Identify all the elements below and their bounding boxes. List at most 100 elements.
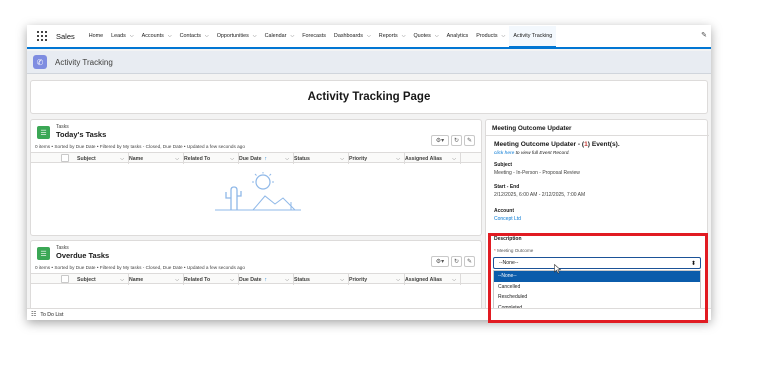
chevron-down-icon[interactable]: ⌵ [396, 277, 400, 283]
card-header: ☰ Tasks Overdue Tasks [37, 245, 109, 260]
refresh-button[interactable]: ↻ [450, 256, 462, 267]
edit-list-button[interactable]: ✎ [463, 256, 475, 267]
nav-item-products[interactable]: Products ⌵ [472, 25, 509, 47]
nav-item-label: Quotes [413, 33, 431, 39]
chevron-down-icon[interactable]: ⌵ [396, 156, 400, 162]
list-meta: 0 items • Sorted by Due Date • Filtered … [35, 144, 245, 149]
nav-item-label: Forecasts [302, 33, 326, 39]
chevron-down-icon[interactable]: ⌵ [168, 33, 172, 39]
nav-item-label: Dashboards [333, 33, 363, 39]
nav-item-label: Calendar [264, 33, 287, 39]
chevron-down-icon[interactable]: ⌵ [120, 277, 124, 283]
list-actions: ⚙▾ ↻ ✎ [430, 135, 475, 146]
todays-tasks-card: ☰ Tasks Today's Tasks ⚙▾ ↻ ✎ 0 items • S… [30, 119, 482, 236]
todo-list-label[interactable]: To Do List [40, 312, 63, 318]
app-launcher-icon[interactable] [37, 31, 47, 41]
chevron-down-icon[interactable]: ⌵ [175, 156, 179, 162]
select-all-checkbox[interactable] [61, 153, 69, 162]
nav-item-analytics[interactable]: Analytics [443, 25, 473, 47]
chevron-down-icon[interactable]: ⌵ [285, 277, 289, 283]
chevron-down-icon[interactable]: ⌵ [253, 33, 257, 39]
column-header-due-date[interactable]: Due Date ↑ ⌵ [239, 274, 294, 285]
chevron-down-icon[interactable]: ⌵ [290, 33, 294, 39]
chevron-down-icon[interactable]: ⌵ [175, 277, 179, 283]
chevron-down-icon[interactable]: ⌵ [120, 156, 124, 162]
page-header-bar: ✆ Activity Tracking [27, 51, 711, 74]
column-header-subject[interactable]: Subject ⌵ [77, 274, 129, 285]
nav-item-label: Home [88, 33, 104, 39]
app-name: Sales [56, 31, 75, 41]
chevron-down-icon[interactable]: ⌵ [435, 33, 439, 39]
nav-item-leads[interactable]: Leads ⌵ [107, 25, 137, 47]
column-header-status[interactable]: Status ⌵ [294, 274, 349, 285]
chevron-down-icon[interactable]: ⌵ [230, 277, 234, 283]
column-header-assigned-alias[interactable]: Assigned Alias ⌵ [405, 274, 461, 285]
chevron-down-icon[interactable]: ⌵ [502, 33, 506, 39]
chevron-down-icon[interactable]: ⌵ [367, 33, 371, 39]
sort-ascending-icon: ↑ [264, 155, 268, 162]
nav-item-opportunities[interactable]: Opportunities ⌵ [213, 25, 261, 47]
subject-value: Meeting - In-Person - Proposal Review [494, 170, 580, 176]
chevron-down-icon[interactable]: ⌵ [340, 156, 344, 162]
outcome-heading: Meeting Outcome Updater - (1) Event(s). [494, 141, 620, 148]
column-header-name[interactable]: Name ⌵ [129, 274, 184, 285]
nav-item-calendar[interactable]: Calendar ⌵ [261, 25, 299, 47]
chevron-down-icon[interactable]: ⌵ [402, 33, 406, 39]
chevron-down-icon[interactable]: ⌵ [452, 156, 456, 162]
select-all-checkbox[interactable] [61, 274, 69, 283]
column-header-priority[interactable]: Priority ⌵ [349, 274, 405, 285]
card-title[interactable]: Today's Tasks [56, 130, 106, 139]
tab-title: Activity Tracking [55, 57, 113, 67]
page-title-card: Activity Tracking Page [30, 80, 708, 114]
column-header-due-date[interactable]: Due Date ↑ ⌵ [239, 153, 294, 164]
column-header-priority[interactable]: Priority ⌵ [349, 153, 405, 164]
nav-item-label: Analytics [446, 33, 469, 39]
chevron-down-icon[interactable]: ⌵ [452, 277, 456, 283]
list-settings-button[interactable]: ⚙▾ [430, 256, 449, 267]
edit-list-button[interactable]: ✎ [463, 135, 475, 146]
nav-item-label: Products [476, 33, 498, 39]
chevron-down-icon[interactable]: ⌵ [230, 156, 234, 162]
view-record-text: click here to view full Event Record. [494, 151, 570, 156]
nav-item-dashboards[interactable]: Dashboards ⌵ [330, 25, 375, 47]
column-header-row: Subject ⌵ Name ⌵ Related To ⌵ Due Date ↑ ⌵ Status… [31, 273, 481, 285]
chevron-down-icon[interactable]: ⌵ [130, 33, 134, 39]
nav-item-accounts[interactable]: Accounts ⌵ [138, 25, 176, 47]
nav-item-quotes[interactable]: Quotes ⌵ [409, 25, 442, 47]
column-header-assigned-alias[interactable]: Assigned Alias ⌵ [405, 153, 461, 164]
account-link[interactable]: Concept Ltd [494, 216, 521, 222]
nav-item-forecasts[interactable]: Forecasts [298, 25, 330, 47]
subject-label: Subject [494, 162, 513, 168]
card-header: ☰ Tasks Today's Tasks [37, 124, 106, 139]
column-header-name[interactable]: Name ⌵ [129, 153, 184, 164]
refresh-button[interactable]: ↻ [450, 135, 462, 146]
nav-item-label: Contacts [179, 33, 201, 39]
chevron-down-icon[interactable]: ⌵ [340, 277, 344, 283]
edit-nav-icon[interactable]: ✎ [701, 31, 707, 39]
column-header-status[interactable]: Status ⌵ [294, 153, 349, 164]
nav-item-home[interactable]: Home [85, 25, 107, 47]
chevron-down-icon[interactable]: ⌵ [285, 156, 289, 162]
chevron-down-icon[interactable]: ⌵ [205, 33, 209, 39]
column-header-subject[interactable]: Subject ⌵ [77, 153, 129, 164]
overdue-tasks-card: ☰ Tasks Overdue Tasks ⚙▾ ↻ ✎ 0 items • S… [30, 240, 482, 315]
account-label: Account [494, 208, 514, 214]
column-header-related-to[interactable]: Related To ⌵ [184, 153, 239, 164]
nav-item-label: Reports [378, 33, 398, 39]
nav-item-reports[interactable]: Reports ⌵ [375, 25, 410, 47]
column-header-row: Subject ⌵ Name ⌵ Related To ⌵ Due Date ↑ ⌵ Status… [31, 152, 481, 164]
start-end-value: 2/12/2025, 6:00 AM - 2/12/2025, 7:00 AM [494, 192, 586, 198]
sort-ascending-icon: ↑ [264, 276, 268, 283]
column-header-related-to[interactable]: Related To ⌵ [184, 274, 239, 285]
highlight-box [488, 233, 708, 323]
list-settings-button[interactable]: ⚙▾ [430, 135, 449, 146]
nav-item-contacts[interactable]: Contacts ⌵ [176, 25, 213, 47]
card-title[interactable]: Overdue Tasks [56, 251, 109, 260]
nav-item-label: Leads [111, 33, 126, 39]
view-record-link[interactable]: click here [494, 151, 514, 156]
todo-list-icon[interactable]: ☷ [31, 311, 36, 318]
page-title: Activity Tracking Page [307, 91, 431, 103]
empty-state-illustration [215, 172, 301, 211]
nav-item-activity-tracking[interactable]: Activity Tracking [509, 26, 557, 48]
phone-icon: ✆ [33, 55, 47, 69]
